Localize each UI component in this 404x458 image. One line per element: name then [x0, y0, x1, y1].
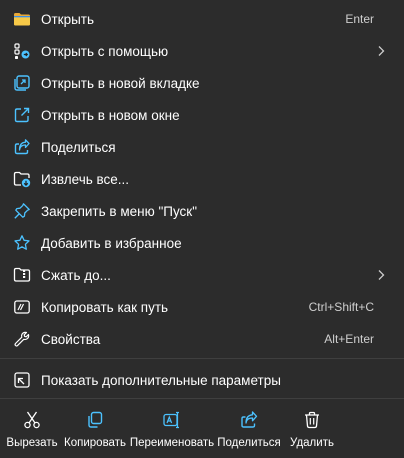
rename-button-label: Переименовать: [129, 437, 215, 449]
star-icon: [13, 234, 31, 252]
more-options-icon: [13, 371, 31, 389]
shortcut-text: Ctrl+Shift+C: [308, 300, 374, 314]
menu-item-open-new-window[interactable]: Открыть в новом окне: [5, 100, 399, 130]
menu-item-label: Показать дополнительные параметры: [41, 372, 281, 388]
shortcut-text: Alt+Enter: [324, 332, 374, 346]
menu-item-label: Добавить в избранное: [41, 235, 182, 251]
cut-button[interactable]: Вырезать: [2, 400, 62, 458]
menu-item-extract-all[interactable]: Извлечь все...: [5, 164, 399, 194]
menu-item-label: Сжать до...: [41, 267, 111, 283]
menu-item-pin-to-start[interactable]: Закрепить в меню "Пуск": [5, 196, 399, 226]
menu-item-label: Копировать как путь: [41, 299, 169, 315]
menu-item-compress-to[interactable]: Сжать до...: [5, 260, 399, 290]
menu-item-label: Свойства: [41, 331, 101, 347]
chevron-right-icon: [378, 270, 385, 280]
cut-button-label: Вырезать: [6, 437, 58, 449]
menu-item-label: Открыть: [41, 11, 95, 27]
delete-button[interactable]: Удалить: [282, 400, 342, 458]
folder-open-icon: [13, 10, 31, 28]
copy-button-label: Копировать: [64, 437, 126, 449]
menu-divider: [0, 358, 404, 359]
shortcut-text: Enter: [345, 12, 374, 26]
wrench-icon: [13, 330, 31, 348]
menu-item-open-new-tab[interactable]: Открыть в новой вкладке: [5, 68, 399, 98]
rename-icon: [162, 410, 182, 430]
share-icon: [13, 138, 31, 156]
menu-item-show-more-options[interactable]: Показать дополнительные параметры: [5, 365, 399, 395]
share-icon: [239, 410, 259, 430]
copy-button[interactable]: Копировать: [62, 400, 128, 458]
new-tab-icon: [13, 74, 31, 92]
menu-item-label: Открыть в новой вкладке: [41, 75, 200, 91]
menu-item-label: Открыть с помощью: [41, 43, 169, 59]
menu-item-open-with[interactable]: Открыть с помощью: [5, 36, 399, 66]
menu-item-share[interactable]: Поделиться: [5, 132, 399, 162]
share-button-label: Поделиться: [217, 437, 281, 449]
copy-icon: [85, 410, 105, 430]
menu-item-label: Поделиться: [41, 139, 116, 155]
compress-folder-icon: [13, 266, 31, 284]
new-window-icon: [13, 106, 31, 124]
rename-button[interactable]: Переименовать: [128, 400, 216, 458]
context-menu: Открыть Enter Открыть с помощью Открыть …: [0, 0, 404, 458]
pin-icon: [13, 202, 31, 220]
copy-path-icon: [13, 298, 31, 316]
menu-item-label: Закрепить в меню "Пуск": [41, 203, 197, 219]
menu-item-label: Открыть в новом окне: [41, 107, 180, 123]
scissors-icon: [22, 410, 42, 430]
extract-all-icon: [13, 170, 31, 188]
quick-actions-toolbar: Вырезать Копировать Переименовать Подели…: [0, 400, 404, 458]
open-with-icon: [13, 42, 31, 60]
menu-item-open[interactable]: Открыть Enter: [5, 4, 399, 34]
menu-item-copy-as-path[interactable]: Копировать как путь Ctrl+Shift+C: [5, 292, 399, 322]
delete-button-label: Удалить: [290, 437, 334, 449]
trash-icon: [302, 410, 322, 430]
menu-item-properties[interactable]: Свойства Alt+Enter: [5, 324, 399, 354]
toolbar-divider: [0, 398, 404, 399]
chevron-right-icon: [378, 46, 385, 56]
menu-item-label: Извлечь все...: [41, 171, 130, 187]
menu-item-add-to-favorites[interactable]: Добавить в избранное: [5, 228, 399, 258]
share-button[interactable]: Поделиться: [216, 400, 282, 458]
